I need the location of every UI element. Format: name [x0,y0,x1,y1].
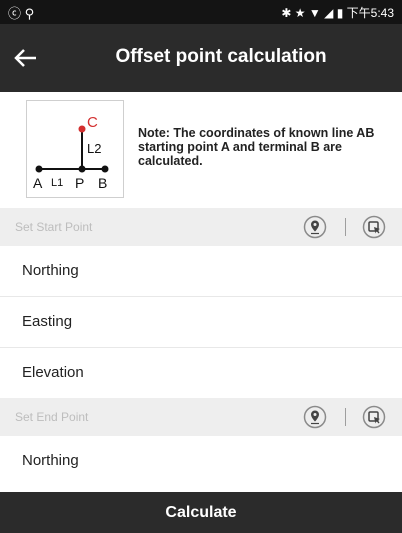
start-point-header: Set Start Point [0,208,402,246]
diagram-label-l1: L1 [51,177,63,189]
status-bar: ⓒ ⚲ ✱ ★ ▼ ◢ ▮ 下午5:43 [0,0,402,24]
end-northing-field[interactable]: Northing [0,436,402,492]
page-title: Offset point calculation [115,46,327,67]
location-pin-icon [303,405,327,429]
offset-diagram-figure: C L2 A L1 P B [33,114,109,191]
start-point-label: Set Start Point [15,220,93,234]
start-easting-field[interactable]: Easting [0,297,402,348]
location-pin-icon [303,215,327,239]
diagram-label-a: A [33,175,43,191]
status-icons: ✱ ★ ▼ ◢ [281,6,334,20]
diagram-label-p: P [75,175,84,191]
header-divider [345,408,346,426]
note-text: Note: The coordinates of known line AB s… [138,126,375,168]
end-location-button[interactable] [303,405,327,429]
arrow-left-icon [14,49,36,67]
status-time: 下午5:43 [346,6,394,20]
end-point-header: Set End Point [0,398,402,436]
select-point-icon [362,215,386,239]
note-area: C L2 A L1 P B Note: The coordinates of k… [0,92,402,208]
app-bar: Offset point calculation [0,24,402,92]
diagram-label-l2: L2 [87,141,101,156]
diagram-label-c: C [87,114,98,131]
battery-icon: ▮ [336,6,344,20]
header-divider [345,218,346,236]
back-button[interactable] [10,42,42,74]
end-select-point-button[interactable] [362,405,386,429]
diagram-label-b: B [98,175,107,191]
field-label: Northing [22,262,79,279]
status-left-icons: ⓒ ⚲ [8,6,35,21]
start-location-button[interactable] [303,215,327,239]
status-right: ✱ ★ ▼ ◢ ▮ 下午5:43 [281,4,394,21]
start-select-point-button[interactable] [362,215,386,239]
field-label: Elevation [22,364,84,381]
field-label: Northing [22,452,79,469]
offset-diagram: C L2 A L1 P B [26,100,124,198]
start-elevation-field[interactable]: Elevation [0,348,402,399]
field-label: Easting [22,313,73,330]
select-point-icon [362,405,386,429]
calculate-button[interactable]: Calculate [0,492,402,533]
end-point-label: Set End Point [15,410,89,424]
start-northing-field[interactable]: Northing [0,246,402,297]
